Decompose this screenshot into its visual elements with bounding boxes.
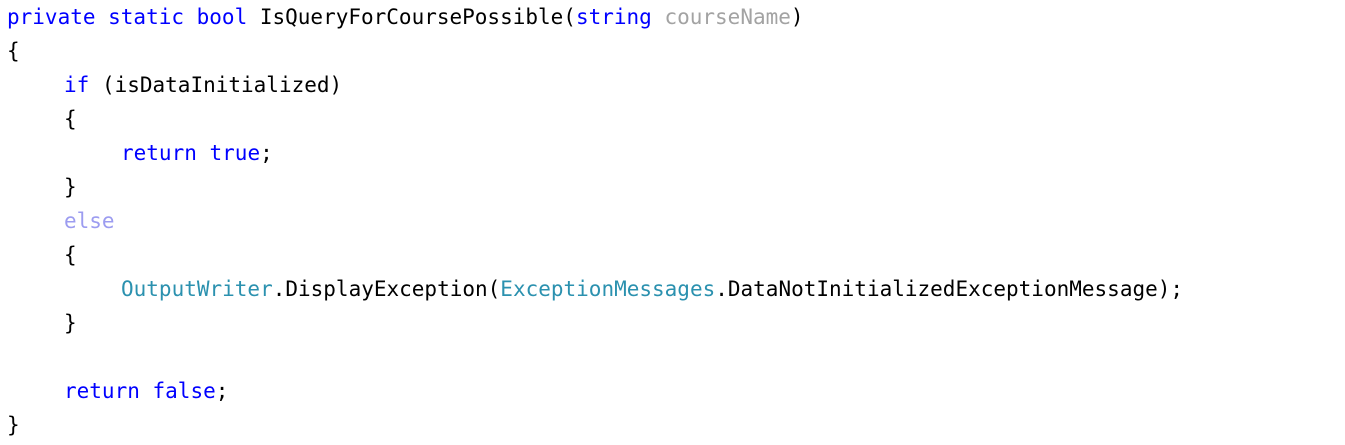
code-line: { [64,238,77,272]
code-line: { [64,102,77,136]
code-token-plain: } [64,311,77,335]
code-token-dimmed-keyword: else [64,209,115,233]
code-token-plain: { [64,107,77,131]
code-token-plain: } [64,175,77,199]
code-token-plain: .DisplayException( [272,277,501,301]
code-line: OutputWriter.DisplayException(ExceptionM… [121,272,1183,306]
code-token-plain: { [64,243,77,267]
code-line: return true; [121,136,273,170]
code-line: return false; [64,374,228,408]
code-token-keyword: private static bool [7,5,248,29]
code-token-plain: .DataNotInitializedExceptionMessage); [715,277,1184,301]
code-token-plain: ; [215,379,229,403]
code-token-keyword: false [152,379,216,403]
code-token-plain: { [7,39,20,63]
code-token-keyword: string [575,5,652,29]
code-token-keyword: return [121,141,197,165]
code-line: if (isDataInitialized) [64,68,342,102]
code-token-keyword: return [64,379,140,403]
code-token-type-name: ExceptionMessages [500,277,716,301]
code-token-plain: IsQueryForCoursePossible( [247,5,576,29]
code-token-type-name: OutputWriter [121,277,273,301]
code-token-keyword: true [209,141,261,165]
code-line: { [7,34,20,68]
code-token-plain: (isDataInitialized) [89,73,343,97]
code-line: } [64,170,77,204]
code-editor[interactable]: private static bool IsQueryForCoursePoss… [0,0,1345,445]
code-token-keyword: if [64,73,90,97]
code-token-plain: ) [790,5,804,29]
code-token-plain: } [7,413,20,437]
code-token-plain: ; [260,141,273,165]
code-line: } [7,408,20,442]
code-line: else [64,204,115,238]
code-line: private static bool IsQueryForCoursePoss… [7,0,804,34]
code-token-unused-parameter: courseName [664,5,791,29]
code-line: } [64,306,77,340]
